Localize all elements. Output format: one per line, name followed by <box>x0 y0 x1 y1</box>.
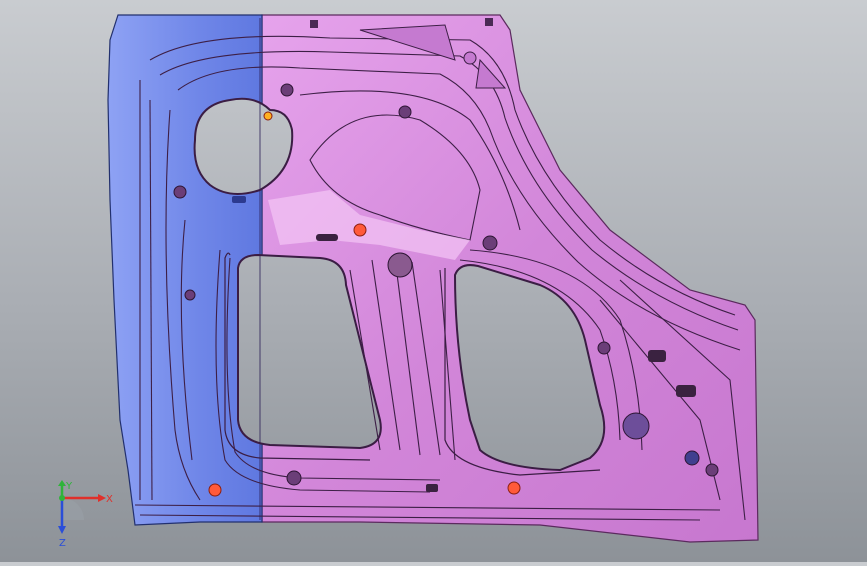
pink-panel-region[interactable] <box>261 14 759 543</box>
door-panel-body[interactable] <box>107 14 759 543</box>
cad-graphics-viewport[interactable] <box>0 0 867 562</box>
triad-origin <box>59 495 65 501</box>
y-axis-label: Y <box>65 481 73 492</box>
x-axis-label: X <box>106 494 113 505</box>
triad-plane-shading <box>62 498 84 520</box>
coordinate-triad: X Y Z <box>40 480 120 550</box>
door-inner-panel-model[interactable] <box>0 0 867 562</box>
z-axis-label: Z <box>59 538 66 549</box>
